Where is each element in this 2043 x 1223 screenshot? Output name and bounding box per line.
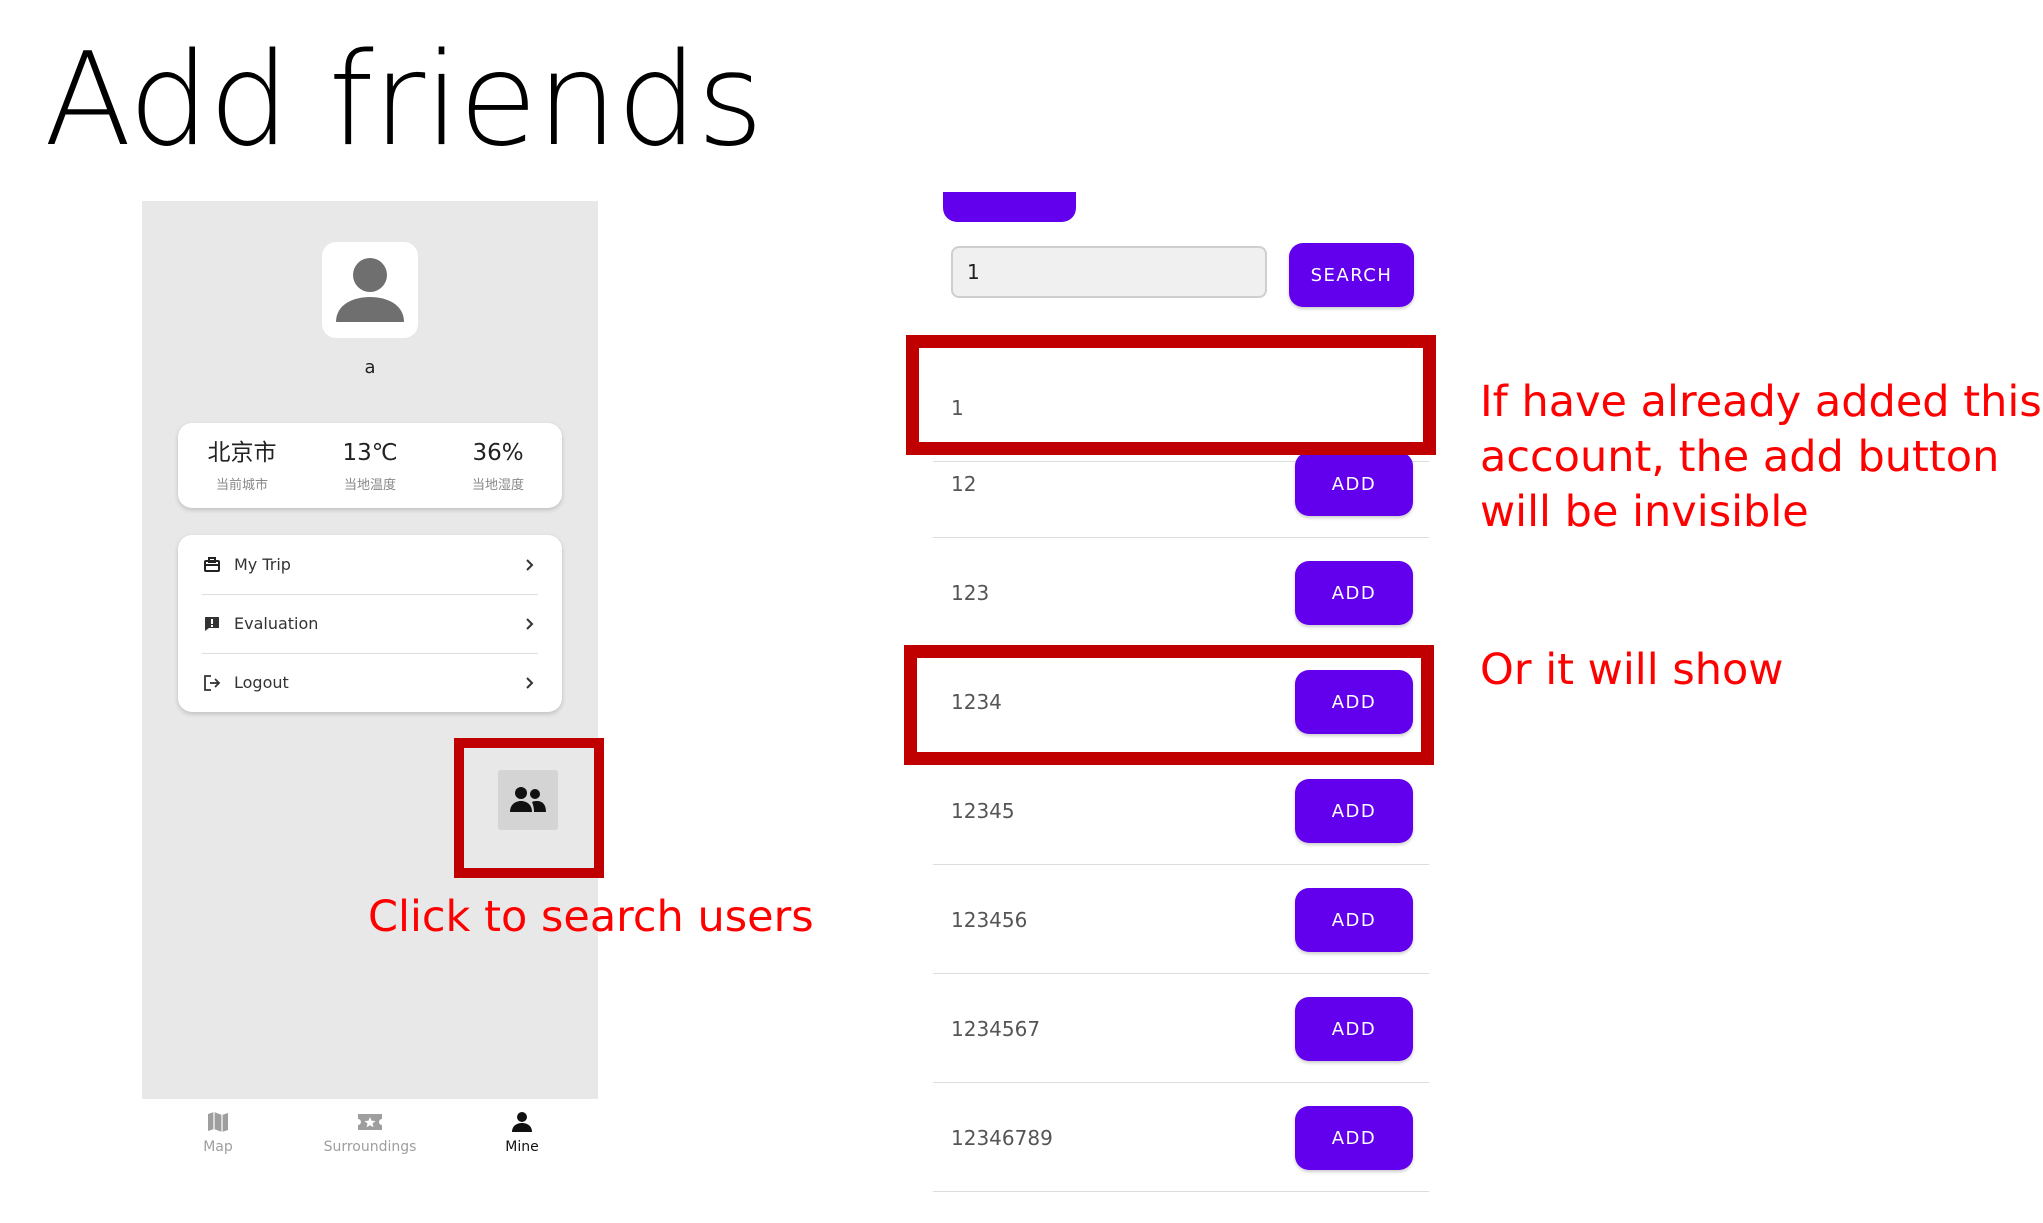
person-icon xyxy=(512,1112,532,1132)
row-divider xyxy=(933,1191,1429,1192)
menu-item-label: My Trip xyxy=(234,555,291,574)
nav-label: Mine xyxy=(505,1139,539,1155)
menu-card: My Trip Evaluation Logout xyxy=(178,535,562,712)
mine-screen: a 北京市 当前城市 13℃ 当地温度 36% 当地湿度 My Trip Eva… xyxy=(142,201,604,1161)
weather-city-value: 北京市 xyxy=(207,440,277,466)
result-name: 12345 xyxy=(951,799,1015,823)
nav-mine[interactable]: Mine xyxy=(447,1109,597,1155)
result-row-12346789: 12346789 ADD xyxy=(933,1084,1429,1192)
add-button[interactable]: ADD xyxy=(1295,1106,1413,1170)
chevron-right-icon xyxy=(526,617,534,630)
result-name: 123 xyxy=(951,581,990,605)
nav-surroundings[interactable]: Surroundings xyxy=(295,1109,445,1155)
logout-icon xyxy=(204,674,221,691)
briefcase-icon xyxy=(204,556,220,572)
slide-title: Add friends xyxy=(44,26,764,175)
weather-humidity: 36% 当地湿度 xyxy=(434,423,562,508)
highlight-added-row xyxy=(906,335,1436,455)
result-row-1234567: 1234567 ADD xyxy=(933,975,1429,1083)
add-button[interactable]: ADD xyxy=(1295,779,1413,843)
result-row-123456: 123456 ADD xyxy=(933,866,1429,974)
search-users-highlight xyxy=(454,738,604,878)
highlight-add-row xyxy=(904,645,1434,765)
weather-temperature-value: 13℃ xyxy=(342,440,398,466)
weather-temperature-label: 当地温度 xyxy=(343,478,396,493)
result-name: 123456 xyxy=(951,908,1028,932)
result-row-123: 123 ADD xyxy=(933,539,1429,647)
add-button[interactable]: ADD xyxy=(1295,561,1413,625)
avatar[interactable] xyxy=(322,242,418,338)
result-name: 1234567 xyxy=(951,1017,1041,1041)
row-divider xyxy=(933,1082,1429,1083)
row-divider xyxy=(933,973,1429,974)
menu-item-my-trip[interactable]: My Trip xyxy=(202,535,538,594)
nav-label: Surroundings xyxy=(323,1139,417,1155)
username: a xyxy=(364,357,376,378)
weather-temperature: 13℃ 当地温度 xyxy=(306,423,434,508)
search-input[interactable]: 1 xyxy=(951,246,1267,298)
annotation-line: will be invisible xyxy=(1480,487,1809,537)
bottom-nav: Map Surroundings Mine xyxy=(142,1099,598,1161)
menu-item-logout[interactable]: Logout xyxy=(202,653,538,712)
annotation-line: account, the add button xyxy=(1480,432,2000,482)
mine-content: a 北京市 当前城市 13℃ 当地温度 36% 当地湿度 My Trip Eva… xyxy=(142,201,604,1099)
menu-item-label: Evaluation xyxy=(234,614,319,633)
annotation-already-added: If have already added this account, the … xyxy=(1480,375,2042,540)
weather-city-label: 当前城市 xyxy=(215,478,268,493)
weather-humidity-label: 当地湿度 xyxy=(471,478,524,493)
menu-item-evaluation[interactable]: Evaluation xyxy=(202,594,538,653)
nav-map[interactable]: Map xyxy=(143,1109,293,1155)
ticket-star-icon xyxy=(358,1114,382,1130)
weather-card: 北京市 当前城市 13℃ 当地温度 36% 当地湿度 xyxy=(178,423,562,508)
person-icon xyxy=(336,258,404,322)
feedback-icon xyxy=(205,616,219,631)
chevron-right-icon xyxy=(526,558,534,571)
annotation-or-show: Or it will show xyxy=(1480,645,1784,695)
menu-item-label: Logout xyxy=(234,673,289,692)
chevron-right-icon xyxy=(526,676,534,689)
row-divider xyxy=(933,537,1429,538)
add-button[interactable]: ADD xyxy=(1295,888,1413,952)
result-row-12345: 12345 ADD xyxy=(933,757,1429,865)
weather-city: 北京市 当前城市 xyxy=(178,423,306,508)
search-button[interactable]: SEARCH xyxy=(1289,243,1414,307)
result-name: 12346789 xyxy=(951,1126,1053,1150)
add-button[interactable]: ADD xyxy=(1295,452,1413,516)
row-divider xyxy=(933,864,1429,865)
add-button[interactable]: ADD xyxy=(1295,997,1413,1061)
map-icon xyxy=(208,1112,228,1132)
annotation-click-search: Click to search users xyxy=(368,892,814,942)
nav-label: Map xyxy=(203,1139,233,1155)
tab-indicator xyxy=(943,192,1076,222)
weather-humidity-value: 36% xyxy=(472,440,524,466)
annotation-line: If have already added this xyxy=(1480,377,2042,427)
